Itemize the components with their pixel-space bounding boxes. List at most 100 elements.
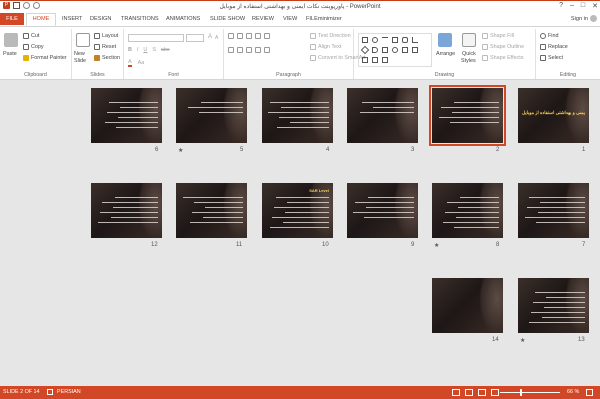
maximize-button[interactable]: □ bbox=[581, 2, 585, 10]
reset-button[interactable]: Reset bbox=[94, 44, 116, 50]
select-button[interactable]: Select bbox=[540, 55, 563, 61]
brace-shape-icon[interactable] bbox=[372, 57, 378, 63]
arrange-button[interactable]: Arrange bbox=[436, 51, 455, 57]
callout-shape-icon[interactable] bbox=[382, 47, 388, 53]
tab-transitions[interactable]: TRANSITIONS bbox=[121, 14, 159, 25]
connector-shape-icon[interactable] bbox=[412, 37, 418, 43]
align-left-icon[interactable] bbox=[228, 47, 234, 53]
diamond-shape-icon[interactable] bbox=[360, 45, 370, 55]
font-color-icon[interactable]: A bbox=[128, 59, 132, 67]
copy-button[interactable]: Copy bbox=[23, 44, 44, 50]
undo-icon[interactable] bbox=[23, 2, 30, 9]
quick-styles-button-line2[interactable]: Styles bbox=[461, 58, 476, 64]
slide-thumbnail[interactable] bbox=[429, 85, 506, 146]
slide-thumbnail[interactable] bbox=[518, 278, 589, 333]
numbering-icon[interactable] bbox=[237, 33, 243, 39]
paste-icon[interactable] bbox=[4, 33, 18, 47]
slide-thumbnail[interactable] bbox=[347, 88, 418, 143]
oval-shape-icon[interactable] bbox=[372, 37, 378, 43]
align-center-icon[interactable] bbox=[237, 47, 243, 53]
minimize-button[interactable]: – bbox=[570, 2, 574, 10]
slide-thumbnail[interactable] bbox=[347, 183, 418, 238]
animation-star-icon[interactable]: ★ bbox=[520, 337, 525, 344]
bold-icon[interactable]: B bbox=[128, 47, 132, 53]
italic-icon[interactable]: I bbox=[137, 47, 139, 53]
slide-thumbnail[interactable] bbox=[91, 183, 162, 238]
align-right-icon[interactable] bbox=[246, 47, 252, 53]
zoom-slider[interactable] bbox=[500, 392, 560, 393]
tab-design[interactable]: DESIGN bbox=[90, 14, 111, 25]
shadow-icon[interactable]: S bbox=[152, 47, 156, 53]
bullets-icon[interactable] bbox=[228, 33, 234, 39]
grow-font-icon[interactable]: A bbox=[208, 34, 212, 40]
shape-effects-button[interactable]: Shape Effects bbox=[482, 55, 523, 61]
slide-thumbnail[interactable] bbox=[518, 183, 589, 238]
triangle-shape-icon[interactable] bbox=[362, 57, 368, 63]
circle-shape-icon[interactable] bbox=[392, 47, 398, 53]
rounded-rect-shape-icon[interactable] bbox=[402, 37, 408, 43]
tab-animations[interactable]: ANIMATIONS bbox=[166, 14, 200, 25]
align-text-button[interactable]: Align Text bbox=[310, 44, 341, 50]
tab-fileminimizer[interactable]: FILEminimizer bbox=[306, 14, 342, 25]
line-shape-icon[interactable] bbox=[382, 37, 388, 43]
redo-icon[interactable] bbox=[33, 2, 40, 9]
cut-button[interactable]: Cut bbox=[23, 33, 39, 39]
textbox-shape-icon[interactable] bbox=[392, 37, 398, 43]
format-painter-button[interactable]: Format Painter bbox=[23, 55, 67, 61]
curve-shape-icon[interactable] bbox=[382, 57, 388, 63]
slide-thumbnail[interactable]: نکات ایمنی و بهداشتی استفاده از موبایل bbox=[518, 88, 589, 143]
tab-slide-show[interactable]: SLIDE SHOW bbox=[210, 14, 245, 25]
bracket-shape-icon[interactable] bbox=[402, 47, 408, 53]
slideshow-view-icon[interactable] bbox=[491, 389, 499, 396]
quick-styles-button[interactable]: Quick bbox=[462, 51, 476, 57]
star-shape-icon[interactable] bbox=[412, 47, 418, 53]
language-indicator[interactable]: PERSIAN bbox=[57, 389, 81, 395]
rectangle-shape-icon[interactable] bbox=[362, 37, 368, 43]
tab-file[interactable]: FILE bbox=[0, 13, 24, 25]
font-name-input[interactable] bbox=[128, 34, 184, 42]
text-direction-button[interactable]: Text Direction bbox=[310, 33, 351, 39]
quick-styles-icon[interactable] bbox=[462, 33, 476, 47]
font-size-input[interactable] bbox=[186, 34, 204, 42]
tab-home[interactable]: HOME bbox=[26, 13, 56, 26]
section-button[interactable]: Section bbox=[94, 55, 120, 61]
arrange-icon[interactable] bbox=[438, 33, 452, 47]
columns-icon[interactable] bbox=[264, 47, 270, 53]
new-slide-button-line2[interactable]: Slide bbox=[74, 58, 86, 64]
layout-button[interactable]: Layout bbox=[94, 33, 118, 39]
close-button[interactable]: ✕ bbox=[592, 2, 598, 10]
tab-view[interactable]: VIEW bbox=[283, 14, 297, 25]
zoom-level[interactable]: 66 % bbox=[567, 389, 579, 395]
underline-icon[interactable]: U bbox=[143, 47, 147, 53]
zoom-slider-handle[interactable] bbox=[520, 389, 522, 396]
slide-thumbnail[interactable] bbox=[176, 183, 247, 238]
highlight-icon[interactable]: Aa bbox=[138, 60, 145, 66]
shape-fill-button[interactable]: Shape Fill bbox=[482, 33, 514, 39]
shape-outline-button[interactable]: Shape Outline bbox=[482, 44, 524, 50]
sign-in-link[interactable]: Sign in bbox=[571, 16, 588, 22]
normal-view-icon[interactable] bbox=[452, 389, 460, 396]
help-button[interactable]: ? bbox=[559, 2, 563, 10]
reading-view-icon[interactable] bbox=[478, 389, 486, 396]
slide-sorter-view-icon[interactable] bbox=[465, 389, 473, 396]
slide-thumbnail[interactable] bbox=[432, 183, 503, 238]
paste-button[interactable]: Paste bbox=[3, 51, 17, 57]
proofing-icon[interactable] bbox=[47, 389, 53, 395]
new-slide-button[interactable]: New bbox=[74, 51, 85, 57]
tab-insert[interactable]: INSERT bbox=[62, 14, 82, 25]
line-spacing-icon[interactable] bbox=[264, 33, 270, 39]
animation-star-icon[interactable]: ★ bbox=[178, 147, 183, 154]
find-button[interactable]: Find bbox=[540, 33, 559, 39]
slide-thumbnail[interactable]: SAR Level bbox=[262, 183, 333, 238]
shapes-gallery[interactable] bbox=[358, 33, 432, 67]
animation-star-icon[interactable]: ★ bbox=[434, 242, 439, 249]
slide-thumbnail[interactable] bbox=[91, 88, 162, 143]
save-icon[interactable] bbox=[13, 2, 20, 9]
increase-indent-icon[interactable] bbox=[255, 33, 261, 39]
slide-thumbnail[interactable] bbox=[176, 88, 247, 143]
shrink-font-icon[interactable]: A bbox=[215, 35, 218, 41]
slide-thumbnail[interactable] bbox=[262, 88, 333, 143]
arrow-shape-icon[interactable] bbox=[372, 47, 378, 53]
strikethrough-icon[interactable]: abc bbox=[161, 47, 170, 53]
replace-button[interactable]: Replace bbox=[540, 44, 568, 50]
